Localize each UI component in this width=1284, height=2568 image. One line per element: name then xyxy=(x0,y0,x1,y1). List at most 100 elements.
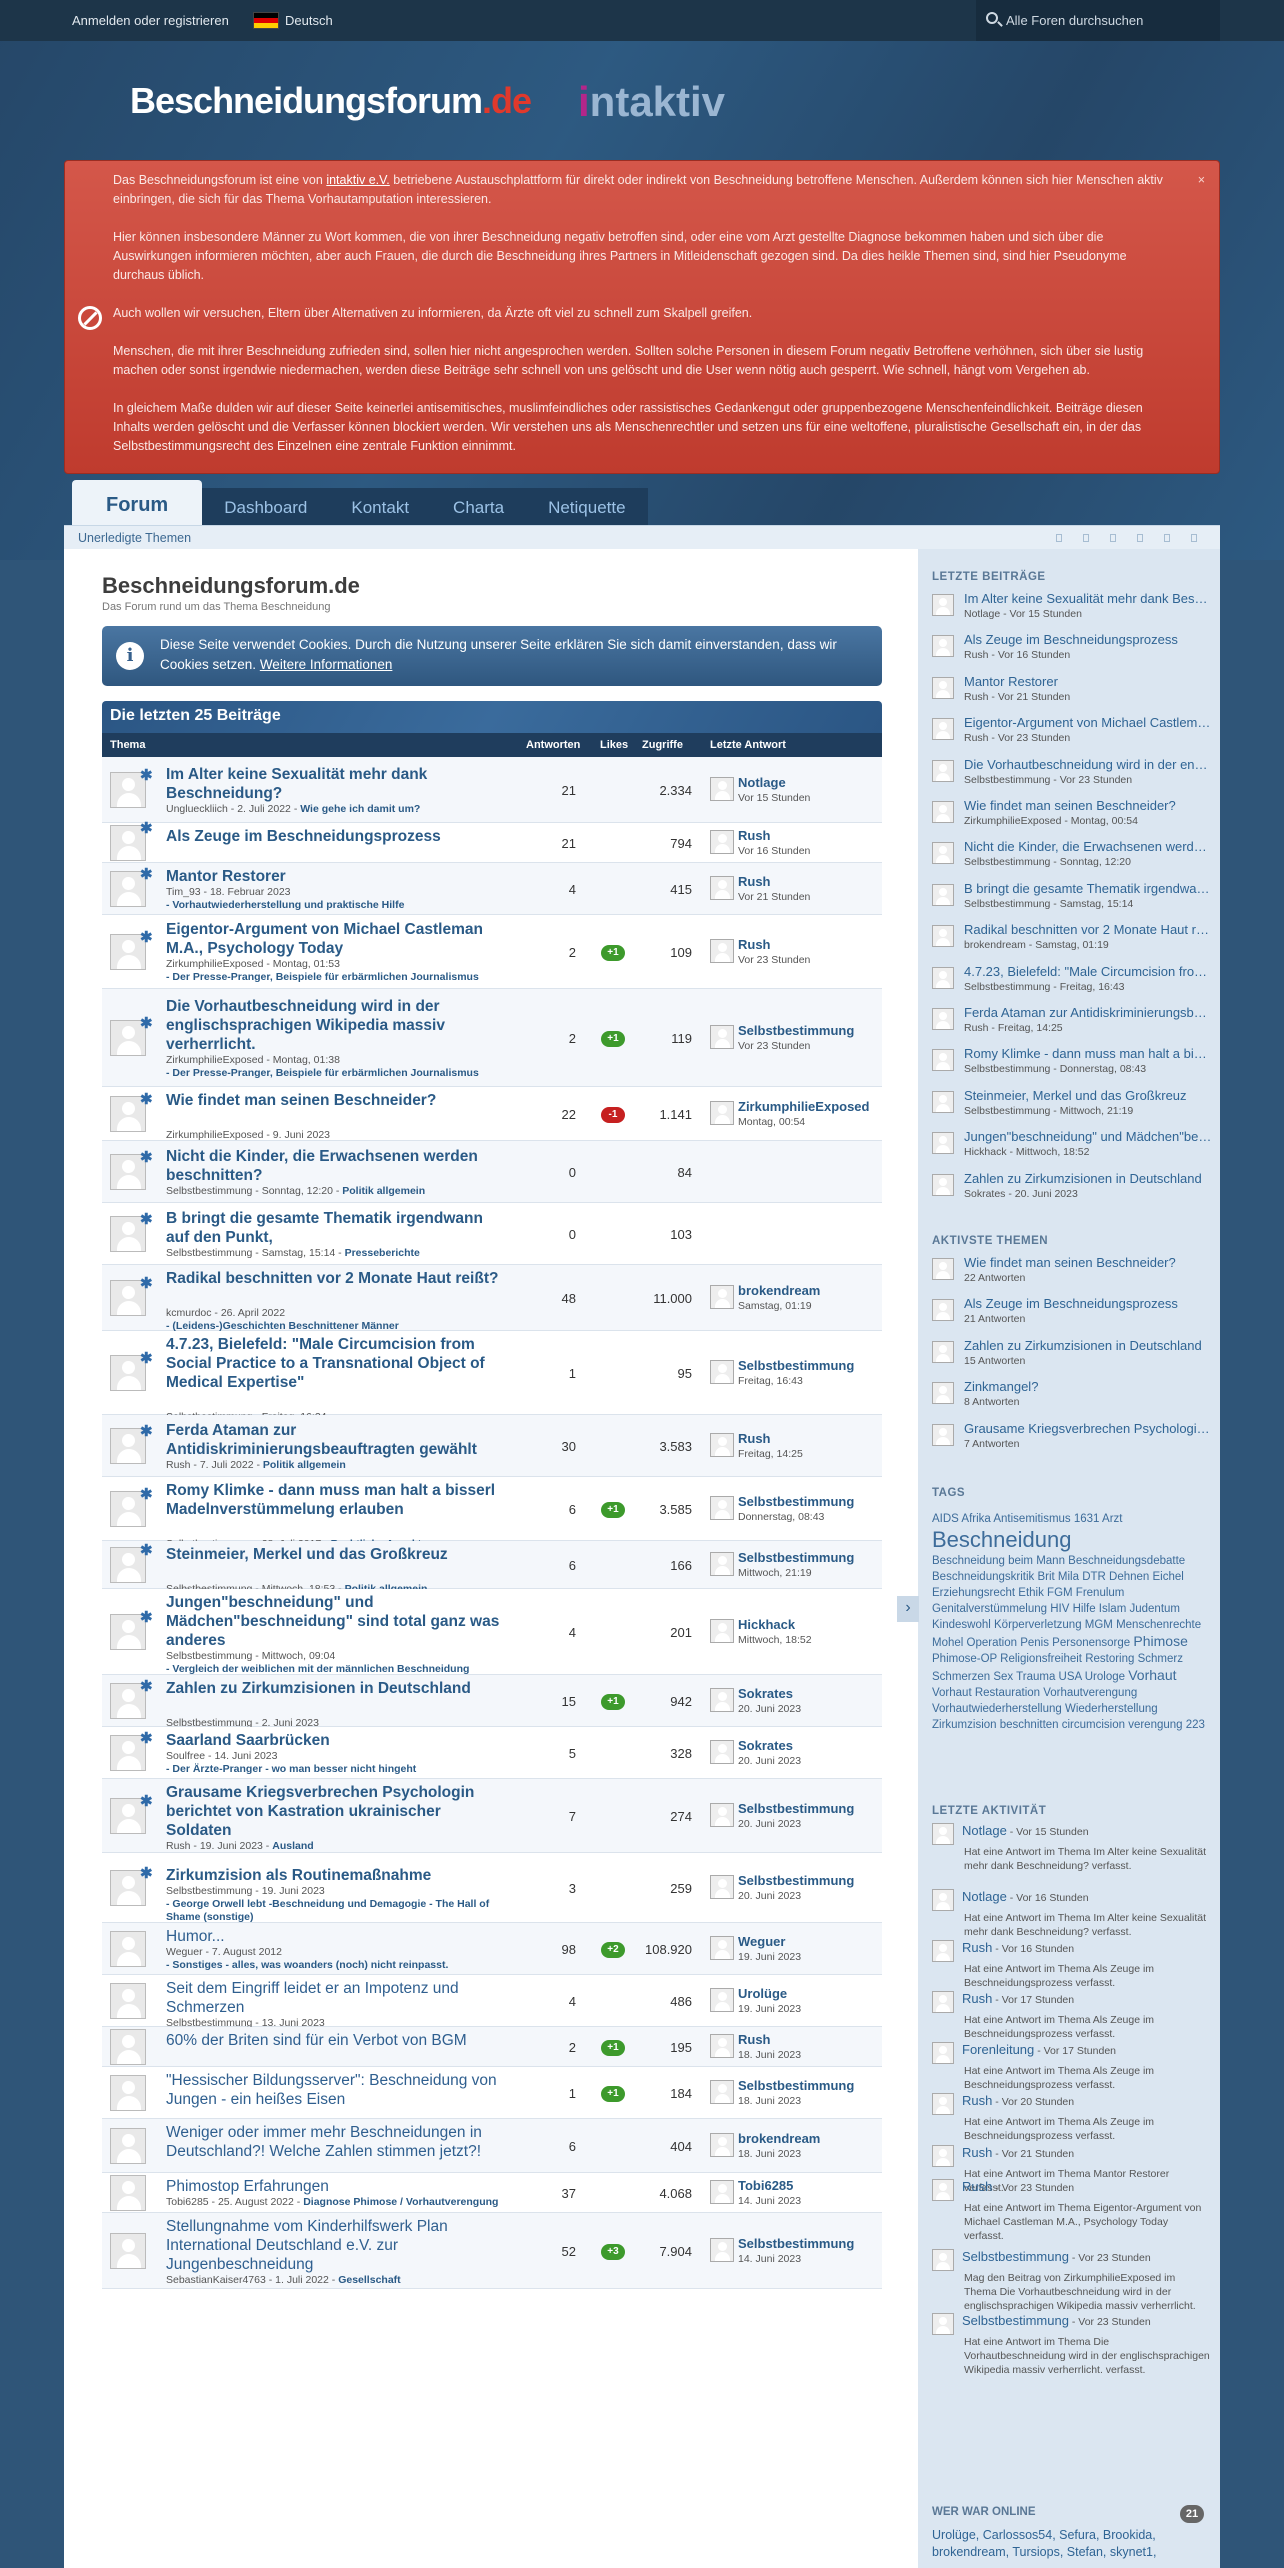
author-avatar[interactable] xyxy=(110,2128,146,2164)
last-reply-user[interactable]: Selbstbestimmung xyxy=(738,1801,854,1816)
last-reply-user[interactable]: Rush xyxy=(738,937,771,952)
table-row[interactable]: ✱ Romy Klimke - dann muss man halt a biss… xyxy=(102,1477,882,1550)
thread-title[interactable]: Als Zeuge im Beschneidungsprozess xyxy=(166,827,502,846)
avatar[interactable] xyxy=(932,594,954,616)
last-reply-avatar[interactable] xyxy=(710,1360,734,1384)
avatar[interactable] xyxy=(932,966,954,989)
table-row[interactable]: Phimostop Erfahrungen Tobi6285 - 25. Augu… xyxy=(102,2173,882,2213)
tag-beschneidung[interactable]: Beschneidung xyxy=(932,1527,1071,1552)
avatar[interactable] xyxy=(932,1889,954,1911)
last-reply-avatar[interactable] xyxy=(710,2180,734,2204)
last-reply-avatar[interactable] xyxy=(710,1936,734,1960)
forum-link[interactable]: - Der Presse-Pranger, Beispiele für erbä… xyxy=(166,1067,479,1079)
table-row[interactable]: Humor... Weguer - 7. August 2012- Sonstig… xyxy=(102,1923,882,1975)
avatar[interactable] xyxy=(932,1382,954,1405)
latest-post-item[interactable]: Im Alter keine Sexualität mehr dank Besc… xyxy=(932,591,1212,627)
last-reply-avatar[interactable] xyxy=(710,2034,734,2058)
last-reply-user[interactable]: Selbstbestimmung xyxy=(738,1358,854,1373)
last-reply-user[interactable]: Selbstbestimmung xyxy=(738,1023,854,1038)
table-row[interactable]: ✱ Eigentor-Argument von Michael Castleman… xyxy=(102,915,882,989)
tag-list[interactable]: AIDS Afrika Antisemitismus 1631 Arzt xyxy=(932,1513,1122,1525)
tab-forum[interactable]: Forum xyxy=(72,480,203,526)
latest-post-title[interactable]: Nicht die Kinder, die Erwachsenen werden… xyxy=(964,839,1212,854)
activity-item[interactable]: Rush - Vor 23 Stunden Hat eine Antwort im… xyxy=(932,2179,1210,2243)
avatar[interactable] xyxy=(932,842,954,865)
latest-post-item[interactable]: Romy Klimke - dann muss man halt a bisse… xyxy=(932,1046,1212,1082)
thread-title[interactable]: Saarland Saarbrücken xyxy=(166,1731,502,1750)
table-row[interactable]: ✱ Radikal beschnitten vor 2 Monate Haut r… xyxy=(102,1265,882,1332)
tag-list[interactable]: Vorhaut Restauration Vorhautverengung Vo… xyxy=(932,1687,1205,1731)
activity-user[interactable]: Notlage xyxy=(962,1889,1007,1904)
last-reply-avatar[interactable] xyxy=(710,830,734,854)
search-input[interactable]: Alle Foren durchsuchen xyxy=(976,0,1220,41)
avatar[interactable] xyxy=(932,925,954,948)
col-zugriffe[interactable]: Zugriffe xyxy=(642,739,683,751)
last-reply-avatar[interactable] xyxy=(710,2080,734,2104)
table-row[interactable]: Seit dem Eingriff leidet er an Impotenz … xyxy=(102,1975,882,2042)
activity-user[interactable]: Rush xyxy=(962,2145,992,2160)
avatar[interactable] xyxy=(932,883,954,906)
latest-post-item[interactable]: Eigentor-Argument von Michael Castleman … xyxy=(932,715,1212,751)
latest-post-item[interactable]: 4.7.23, Bielefeld: "Male Circumcision fr… xyxy=(932,964,1212,1000)
active-topic-item[interactable]: Wie findet man seinen Beschneider? 22 Ant… xyxy=(932,1255,1212,1291)
table-row[interactable]: Weniger oder immer mehr Beschneidungen i… xyxy=(102,2119,882,2192)
latest-post-title[interactable]: 4.7.23, Bielefeld: "Male Circumcision fr… xyxy=(964,964,1212,979)
latest-post-title[interactable]: Romy Klimke - dann muss man halt a bisse… xyxy=(964,1046,1212,1061)
table-row[interactable]: Stellungnahme vom Kinderhilfswerk Plan I… xyxy=(102,2213,882,2289)
activity-user[interactable]: Selbstbestimmung xyxy=(962,2313,1069,2328)
active-topic-title[interactable]: Zinkmangel? xyxy=(964,1379,1212,1394)
thread-title[interactable]: Jungen"beschneidung" und Mädchen"beschne… xyxy=(166,1593,502,1650)
avatar[interactable] xyxy=(932,1258,954,1280)
forum-link[interactable]: - Vergleich der weiblichen mit der männl… xyxy=(166,1663,469,1675)
active-topic-title[interactable]: Als Zeuge im Beschneidungsprozess xyxy=(964,1296,1212,1311)
last-reply-avatar[interactable] xyxy=(710,1496,734,1520)
latest-post-title[interactable]: Jungen"beschneidung" und Mädchen"beschne… xyxy=(964,1129,1212,1144)
latest-post-title[interactable]: Radikal beschnitten vor 2 Monate Haut re… xyxy=(964,922,1212,937)
last-reply-avatar[interactable] xyxy=(710,1285,734,1309)
latest-post-title[interactable]: Zahlen zu Zirkumzisionen in Deutschland xyxy=(964,1171,1212,1186)
thread-title[interactable]: Zahlen zu Zirkumzisionen in Deutschland xyxy=(166,1679,502,1698)
latest-post-item[interactable]: Jungen"beschneidung" und Mädchen"beschne… xyxy=(932,1129,1212,1165)
tag-vorhaut[interactable]: Vorhaut xyxy=(1128,1667,1176,1683)
avatar[interactable] xyxy=(932,635,954,658)
last-reply-avatar[interactable] xyxy=(710,876,734,900)
avatar[interactable] xyxy=(932,2093,954,2115)
thread-title[interactable]: Im Alter keine Sexualität mehr dank Besc… xyxy=(166,765,502,803)
tag-cloud[interactable]: AIDS Afrika Antisemitismus 1631 Arzt Bes… xyxy=(932,1511,1210,1733)
table-row[interactable]: ✱ Zahlen zu Zirkumzisionen in Deutschland… xyxy=(102,1675,882,1742)
activity-user[interactable]: Rush xyxy=(962,2179,992,2194)
avatar[interactable] xyxy=(932,2179,954,2201)
last-reply-avatar[interactable] xyxy=(710,1688,734,1712)
last-reply-user[interactable]: Selbstbestimmung xyxy=(738,2236,854,2251)
last-reply-avatar[interactable] xyxy=(710,1740,734,1764)
latest-post-title[interactable]: B bringt die gesamte Thematik irgendwann… xyxy=(964,881,1212,896)
last-reply-user[interactable]: Sokrates xyxy=(738,1738,793,1753)
cookie-more-link[interactable]: Weitere Informationen xyxy=(260,657,393,672)
tab-netiquette[interactable]: Netiquette xyxy=(526,488,648,526)
latest-post-title[interactable]: Als Zeuge im Beschneidungsprozess xyxy=(964,632,1212,647)
close-icon[interactable]: × xyxy=(1198,171,1205,190)
activity-user[interactable]: Rush xyxy=(962,2093,992,2108)
latest-post-title[interactable]: Die Vorhautbeschneidung wird in der engl… xyxy=(964,757,1212,772)
avatar[interactable] xyxy=(932,1090,954,1113)
latest-post-item[interactable]: Ferda Ataman zur Antidiskriminierungsbea… xyxy=(932,1005,1212,1041)
activity-item[interactable]: Selbstbestimmung - Vor 23 Stunden Hat ein… xyxy=(932,2313,1210,2377)
avatar[interactable] xyxy=(932,676,954,699)
active-topic-item[interactable]: Zinkmangel? 8 Antworten xyxy=(932,1379,1212,1415)
author-avatar[interactable] xyxy=(110,2175,146,2211)
avatar[interactable] xyxy=(932,759,954,782)
thread-title[interactable]: 4.7.23, Bielefeld: "Male Circumcision fr… xyxy=(166,1335,502,1392)
last-reply-user[interactable]: Rush xyxy=(738,1431,771,1446)
last-reply-user[interactable]: Rush xyxy=(738,874,771,889)
latest-post-item[interactable]: Radikal beschnitten vor 2 Monate Haut re… xyxy=(932,922,1212,958)
online-users[interactable]: Urolüge, Carlossos54, Sefura, Brookida, … xyxy=(932,2527,1212,2561)
latest-post-item[interactable]: Nicht die Kinder, die Erwachsenen werden… xyxy=(932,839,1212,875)
avatar[interactable] xyxy=(932,1423,954,1446)
sidebar-toggle-icon[interactable]: › xyxy=(897,1596,919,1622)
latest-post-item[interactable]: Zahlen zu Zirkumzisionen in Deutschland S… xyxy=(932,1171,1212,1207)
last-reply-user[interactable]: Selbstbestimmung xyxy=(738,1550,854,1565)
forum-link[interactable]: - Sonstiges - alles, was woanders (noch)… xyxy=(166,1959,448,1971)
forum-link[interactable]: Gesellschaft xyxy=(338,2274,400,2286)
table-row[interactable]: ✱ Mantor Restorer Tim_93 - 18. Februar 202… xyxy=(102,863,882,915)
forum-link[interactable]: - George Orwell lebt -Beschneidung und D… xyxy=(166,1898,489,1923)
